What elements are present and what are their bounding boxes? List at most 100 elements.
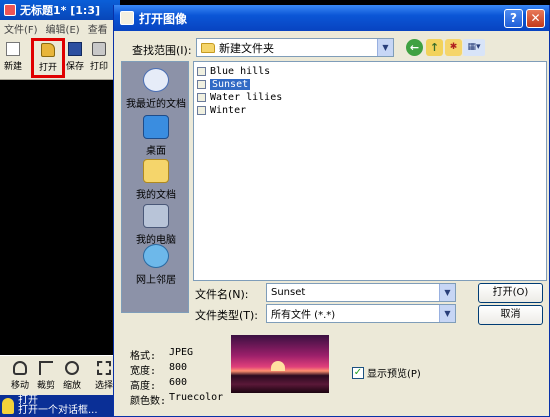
filetype-label: 文件类型(T): [195, 309, 259, 322]
lookin-label: 查找范围(I): [132, 44, 192, 57]
chevron-down-icon[interactable]: ▼ [439, 284, 455, 301]
menu-view[interactable]: 查看 [88, 21, 108, 36]
status-bar: 打开 打开一个对话框... [0, 395, 120, 417]
new-folder-icon[interactable]: ✱ [445, 39, 462, 56]
menu-edit[interactable]: 编辑(E) [46, 21, 80, 36]
new-button[interactable]: 新建 [2, 40, 24, 72]
places-bar: 我最近的文档 桌面 我的文档 我的电脑 网上邻居 [121, 61, 189, 313]
place-desktop-label: 桌面 [146, 146, 166, 157]
filetype-select[interactable]: 所有文件 (*.*) ▼ [266, 304, 456, 323]
new-file-icon [6, 42, 20, 56]
close-button[interactable]: ✕ [526, 9, 545, 28]
app-toolbar: 新建 打开 保存 打印 [0, 36, 120, 80]
show-preview-label: 显示预览(P) [367, 369, 421, 380]
select-label: 选择 [94, 381, 113, 391]
open-button[interactable]: 打开 [31, 38, 65, 78]
chevron-down-icon[interactable]: ▼ [439, 305, 455, 322]
place-recent[interactable]: 我最近的文档 [122, 68, 190, 110]
up-folder-icon[interactable]: ↑ [426, 39, 443, 56]
select-icon [97, 361, 111, 375]
new-label: 新建 [3, 62, 22, 72]
place-desktop[interactable]: 桌面 [122, 115, 190, 157]
zoom-icon [65, 361, 79, 375]
save-button[interactable]: 保存 [64, 40, 86, 72]
cancel-button[interactable]: 取消 [478, 305, 543, 325]
app-menubar: 文件(F) 编辑(E) 查看 [0, 20, 120, 36]
place-recent-label: 我最近的文档 [126, 99, 186, 110]
width-label: 宽度: [130, 366, 157, 377]
open-label: 打开 [38, 63, 57, 73]
file-name: Winter [210, 105, 247, 116]
image-canvas[interactable] [0, 80, 120, 355]
lookin-value: 新建文件夹 [219, 41, 274, 55]
image-file-icon [197, 93, 206, 102]
colors-label: 颜色数: [130, 396, 167, 407]
app-title: 无标题1* [1:3] [20, 4, 100, 17]
open-image-dialog: 打开图像 ? ✕ 查找范围(I): 新建文件夹 ▼ ← ↑ ✱ ▦▾ 我最近的文… [113, 5, 550, 417]
my-documents-icon [143, 159, 169, 183]
show-preview-checkbox[interactable]: ✓ 显示预览(P) [352, 365, 421, 380]
help-button[interactable]: ? [504, 9, 523, 28]
move-tool[interactable]: 移动 [8, 359, 32, 393]
chevron-down-icon[interactable]: ▼ [377, 39, 393, 56]
place-my-documents[interactable]: 我的文档 [122, 159, 190, 201]
back-arrow-icon[interactable]: ← [406, 39, 423, 56]
app-icon [4, 4, 16, 16]
open-dialog-button[interactable]: 打开(O) [478, 283, 543, 303]
info-bulb-icon [2, 398, 14, 414]
move-label: 移动 [10, 381, 29, 391]
views-menu-icon[interactable]: ▦▾ [463, 39, 485, 56]
dialog-titlebar: 打开图像 ? ✕ [114, 5, 549, 31]
desktop-icon [143, 115, 169, 139]
crop-tool[interactable]: 裁剪 [34, 359, 58, 393]
file-item-selected[interactable]: Sunset [197, 78, 251, 91]
file-item[interactable]: Water lilies [197, 91, 282, 104]
place-my-documents-label: 我的文档 [136, 190, 176, 201]
image-preview [231, 335, 329, 393]
image-file-icon [197, 80, 206, 89]
image-file-icon [197, 67, 206, 76]
dialog-title: 打开图像 [139, 11, 188, 26]
printer-icon [92, 42, 106, 56]
folder-icon [201, 42, 215, 53]
checkmark-icon: ✓ [352, 366, 364, 379]
place-network-label: 网上邻居 [136, 275, 176, 286]
network-places-icon [143, 244, 169, 268]
tool-panel: 移动 裁剪 缩放 选择 [0, 355, 120, 395]
filename-value: Sunset [271, 287, 306, 298]
file-item[interactable]: Winter [197, 104, 246, 117]
filename-label: 文件名(N): [195, 288, 249, 301]
image-file-icon [197, 106, 206, 115]
filename-field[interactable]: Sunset ▼ [266, 283, 456, 302]
crop-icon [39, 361, 53, 375]
file-list[interactable]: Blue hills Sunset Water lilies Winter [193, 61, 547, 281]
filetype-value: 所有文件 (*.*) [271, 310, 336, 321]
recent-documents-icon [143, 68, 169, 92]
file-name: Sunset [210, 79, 251, 90]
place-network[interactable]: 网上邻居 [122, 244, 190, 286]
zoom-tool[interactable]: 缩放 [60, 359, 84, 393]
height-value: 600 [169, 377, 188, 388]
save-label: 保存 [65, 62, 84, 72]
zoom-label: 缩放 [62, 381, 81, 391]
file-name: Blue hills [210, 66, 271, 77]
format-label: 格式: [130, 351, 157, 362]
colors-value: Truecolor [169, 392, 224, 403]
menu-file[interactable]: 文件(F) [4, 21, 38, 36]
status-desc: 打开一个对话框... [18, 405, 98, 416]
print-button[interactable]: 打印 [88, 40, 110, 72]
print-label: 打印 [89, 62, 108, 72]
file-item[interactable]: Blue hills [197, 65, 270, 78]
dialog-icon [120, 11, 134, 25]
file-name: Water lilies [210, 92, 283, 103]
app-titlebar: 无标题1* [1:3] [0, 0, 120, 20]
crop-label: 裁剪 [36, 381, 55, 391]
lookin-dropdown[interactable]: 新建文件夹 ▼ [196, 38, 394, 57]
open-folder-icon [41, 43, 55, 57]
my-computer-icon [143, 204, 169, 228]
height-label: 高度: [130, 381, 157, 392]
place-my-computer[interactable]: 我的电脑 [122, 204, 190, 246]
format-value: JPEG [169, 347, 194, 358]
hand-icon [13, 361, 27, 375]
save-icon [68, 42, 82, 56]
